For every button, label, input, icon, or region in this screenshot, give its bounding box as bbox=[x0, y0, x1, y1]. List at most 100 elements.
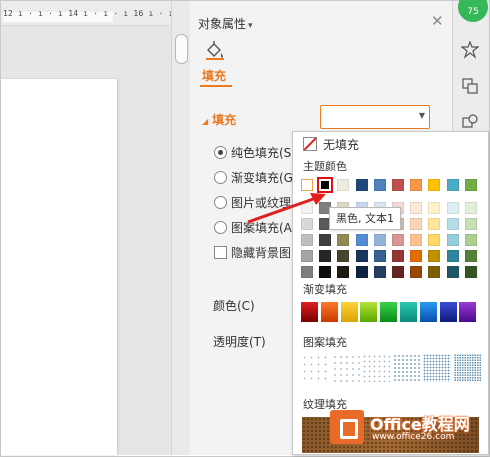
theme-shade-swatch[interactable] bbox=[392, 250, 404, 262]
theme-color-swatch[interactable] bbox=[355, 179, 368, 191]
scrollbar-thumb[interactable] bbox=[175, 34, 188, 64]
theme-shade-swatch[interactable] bbox=[410, 234, 423, 246]
gradient-fill-label: 渐变填充 bbox=[303, 283, 347, 296]
theme-shade-swatch[interactable] bbox=[410, 218, 423, 230]
theme-shade-swatch[interactable] bbox=[337, 266, 350, 278]
theme-shade-swatch[interactable] bbox=[301, 234, 313, 246]
theme-shade-swatch[interactable] bbox=[446, 250, 459, 262]
swatch-tooltip: 黑色, 文本1 bbox=[329, 207, 401, 230]
gradient-swatch[interactable] bbox=[400, 302, 417, 322]
document-page[interactable] bbox=[1, 79, 117, 455]
gradient-swatch[interactable] bbox=[439, 302, 457, 322]
tab-active-indicator bbox=[200, 85, 232, 87]
shape-style-icon[interactable] bbox=[461, 41, 479, 59]
color-label: 颜色(C) bbox=[213, 299, 255, 313]
option-hide-bg-label: 隐藏背景图 bbox=[231, 246, 292, 260]
gradient-swatch[interactable] bbox=[340, 302, 358, 322]
theme-colors-label: 主题颜色 bbox=[303, 160, 347, 173]
theme-color-swatch[interactable] bbox=[410, 179, 423, 191]
theme-color-swatch[interactable] bbox=[446, 179, 459, 191]
tab-fill[interactable]: 填充 bbox=[202, 67, 226, 84]
theme-shade-swatch[interactable] bbox=[392, 234, 404, 246]
theme-shade-swatch[interactable] bbox=[446, 234, 459, 246]
theme-shade-swatch[interactable] bbox=[337, 234, 350, 246]
theme-shade-swatch[interactable] bbox=[410, 266, 423, 278]
pattern-fill-label: 图案填充 bbox=[303, 336, 347, 349]
theme-shade-swatch[interactable] bbox=[446, 218, 459, 230]
theme-shade-swatch[interactable] bbox=[301, 266, 313, 278]
checkbox-hide-background[interactable] bbox=[214, 246, 227, 259]
theme-shade-swatch[interactable] bbox=[355, 266, 368, 278]
gradient-swatch[interactable] bbox=[301, 302, 318, 322]
pattern-swatch[interactable] bbox=[423, 354, 451, 382]
theme-shade-swatch[interactable] bbox=[428, 266, 441, 278]
theme-shade-swatch[interactable] bbox=[410, 202, 423, 214]
theme-shade-swatch[interactable] bbox=[355, 234, 368, 246]
horizontal-ruler: 12 ı · ı · ı 14 ı · ı · ı 16 ı · ı bbox=[1, 1, 174, 26]
theme-shade-swatch[interactable] bbox=[428, 218, 441, 230]
theme-shade-swatch[interactable] bbox=[446, 266, 459, 278]
option-hide-background[interactable]: 隐藏背景图 bbox=[214, 244, 291, 262]
site-watermark-logo: Office教程网 www.office26.com bbox=[328, 406, 488, 455]
theme-shade-swatch[interactable] bbox=[319, 234, 332, 246]
theme-shade-swatch[interactable] bbox=[355, 250, 368, 262]
no-fill-icon[interactable] bbox=[303, 137, 317, 151]
theme-shade-swatch[interactable] bbox=[428, 202, 441, 214]
pattern-swatch[interactable] bbox=[362, 354, 390, 382]
watermark-url: www.office26.com bbox=[372, 432, 455, 442]
gradient-swatch[interactable] bbox=[360, 302, 378, 322]
theme-shade-swatch[interactable] bbox=[301, 250, 313, 262]
pane-title: 对象属性 bbox=[198, 17, 247, 31]
section-fill-label: 填充 bbox=[212, 113, 237, 127]
no-fill-option[interactable]: 无填充 bbox=[323, 136, 359, 153]
option-gradient-fill[interactable]: 渐变填充(G bbox=[214, 169, 293, 187]
collapse-triangle-icon: ◢ bbox=[202, 117, 209, 126]
theme-color-swatch[interactable] bbox=[373, 179, 386, 191]
gradient-swatch[interactable] bbox=[380, 302, 398, 322]
copy-format-icon[interactable] bbox=[461, 77, 479, 95]
paint-bucket-icon[interactable] bbox=[204, 41, 226, 61]
ruler-numbers: 12 ı · ı · ı 14 ı · ı · ı 16 ı · ı bbox=[3, 9, 174, 18]
pane-title-dropdown[interactable]: 对象属性 ▾ bbox=[198, 15, 253, 32]
document-area: 12 ı · ı · ı 14 ı · ı · ı 16 ı · ı bbox=[1, 1, 174, 455]
radio-picture-fill[interactable] bbox=[214, 196, 227, 209]
theme-shade-swatch[interactable] bbox=[428, 250, 441, 262]
theme-shade-swatch[interactable] bbox=[464, 250, 477, 262]
theme-shade-swatch[interactable] bbox=[428, 234, 441, 246]
vertical-scrollbar[interactable] bbox=[171, 1, 191, 455]
radio-gradient-fill[interactable] bbox=[214, 171, 227, 184]
radio-solid-fill[interactable] bbox=[214, 146, 227, 159]
pattern-swatch[interactable] bbox=[392, 354, 421, 382]
theme-shade-swatch[interactable] bbox=[392, 266, 404, 278]
theme-shade-swatch[interactable] bbox=[464, 202, 477, 214]
close-icon[interactable]: ✕ bbox=[431, 13, 444, 29]
gradient-swatch[interactable] bbox=[419, 302, 437, 322]
theme-shade-swatch[interactable] bbox=[319, 266, 332, 278]
section-fill-header[interactable]: ◢ 填充 bbox=[202, 111, 236, 128]
theme-color-swatch[interactable] bbox=[428, 179, 441, 191]
shape-effects-icon[interactable] bbox=[461, 113, 479, 131]
pattern-swatch[interactable] bbox=[301, 354, 329, 382]
theme-shade-swatch[interactable] bbox=[373, 250, 386, 262]
gradient-swatch[interactable] bbox=[320, 302, 338, 322]
theme-shade-swatch[interactable] bbox=[464, 234, 477, 246]
theme-shade-swatch[interactable] bbox=[464, 218, 477, 230]
theme-shade-swatch[interactable] bbox=[319, 250, 332, 262]
theme-shade-swatch[interactable] bbox=[446, 202, 459, 214]
pattern-swatch[interactable] bbox=[453, 354, 482, 382]
theme-color-swatch[interactable] bbox=[464, 179, 477, 191]
theme-shade-swatch[interactable] bbox=[373, 266, 386, 278]
theme-color-swatch[interactable] bbox=[392, 179, 404, 191]
theme-shade-swatch[interactable] bbox=[373, 234, 386, 246]
office-logo-icon bbox=[330, 410, 364, 444]
radio-pattern-fill[interactable] bbox=[214, 221, 227, 234]
pattern-swatch[interactable] bbox=[331, 354, 360, 382]
pointer-arrow-annotation bbox=[247, 193, 326, 224]
theme-color-swatch[interactable] bbox=[337, 179, 350, 191]
gradient-swatch[interactable] bbox=[459, 302, 477, 322]
theme-shade-swatch[interactable] bbox=[410, 250, 423, 262]
theme-shade-swatch[interactable] bbox=[464, 266, 477, 278]
option-solid-fill[interactable]: 纯色填充(S bbox=[214, 144, 291, 162]
fill-color-dropdown[interactable]: ▼ bbox=[320, 105, 430, 129]
theme-shade-swatch[interactable] bbox=[337, 250, 350, 262]
